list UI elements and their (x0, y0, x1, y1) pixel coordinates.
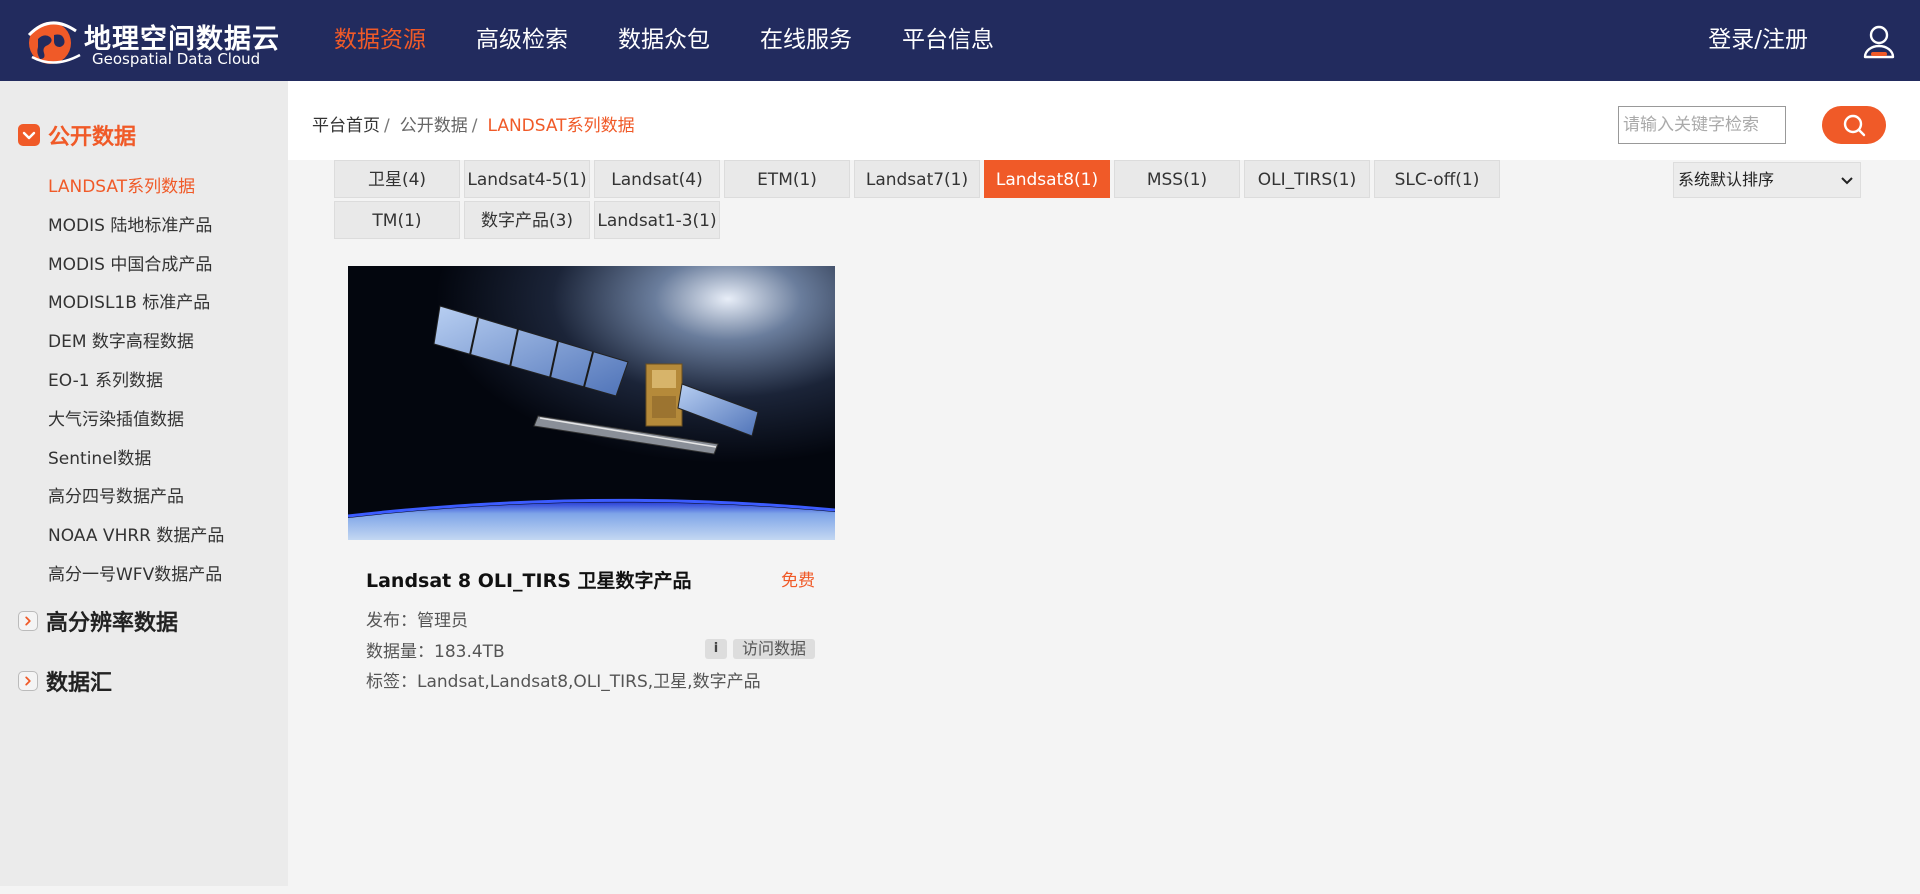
tag-slc-off[interactable]: SLC-off(1) (1374, 160, 1500, 198)
sidebar-item-gf1-wfv[interactable]: 高分一号WFV数据产品 (48, 556, 224, 595)
breadcrumb-separator: / (384, 116, 390, 136)
sidebar-section-high-resolution[interactable]: 高分辨率数据 (18, 605, 178, 637)
publisher-label: 发布： (366, 611, 417, 631)
nav-online-service[interactable]: 在线服务 (760, 0, 852, 81)
tag-landsat4-5[interactable]: Landsat4-5(1) (464, 160, 590, 198)
globe-logo-icon (27, 21, 81, 64)
sidebar-item-gf4[interactable]: 高分四号数据产品 (48, 478, 224, 517)
breadcrumb: 平台首页 / 公开数据 / LANDSAT系列数据 (312, 111, 639, 136)
sidebar-section-label: 公开数据 (48, 125, 137, 150)
breadcrumb-home[interactable]: 平台首页 (312, 116, 380, 136)
meta-tags: 标签：Landsat,Landsat8,OLI_TIRS,卫星,数字产品 (366, 667, 761, 692)
chevron-down-icon (18, 124, 40, 146)
satellite-image-graphic (348, 266, 835, 540)
tag-oli-tirs[interactable]: OLI_TIRS(1) (1244, 160, 1370, 198)
tags-label: 标签： (366, 672, 417, 692)
content-topbar: 平台首页 / 公开数据 / LANDSAT系列数据 (288, 81, 1920, 160)
user-icon[interactable] (1862, 24, 1896, 60)
sidebar-item-dem[interactable]: DEM 数字高程数据 (48, 323, 224, 362)
nav-platform-info[interactable]: 平台信息 (902, 0, 994, 81)
sidebar-item-landsat[interactable]: LANDSAT系列数据 (48, 168, 224, 207)
sidebar-list: LANDSAT系列数据 MODIS 陆地标准产品 MODIS 中国合成产品 MO… (48, 168, 224, 595)
price-badge: 免费 (781, 571, 815, 591)
size-value: 183.4TB (434, 642, 505, 662)
sidebar-item-modisl1b[interactable]: MODISL1B 标准产品 (48, 284, 224, 323)
main-nav: 数据资源 高级检索 数据众包 在线服务 平台信息 (334, 0, 1044, 81)
product-title[interactable]: Landsat 8 OLI_TIRS 卫星数字产品 (366, 566, 692, 593)
logo-subtitle: Geospatial Data Cloud (92, 50, 261, 68)
breadcrumb-public-data[interactable]: 公开数据 (400, 116, 468, 136)
nav-crowdsourcing[interactable]: 数据众包 (618, 0, 710, 81)
tag-landsat1-3[interactable]: Landsat1-3(1) (594, 201, 720, 239)
site-logo[interactable]: 地理空间数据云 Geospatial Data Cloud (24, 15, 284, 70)
breadcrumb-current: LANDSAT系列数据 (487, 116, 635, 136)
sort-select[interactable]: 系统默认排序 (1673, 162, 1861, 198)
sidebar-item-modis-china[interactable]: MODIS 中国合成产品 (48, 246, 224, 285)
size-label: 数据量： (366, 642, 434, 662)
breadcrumb-separator: / (471, 116, 478, 136)
tag-landsat8[interactable]: Landsat8(1) (984, 160, 1110, 198)
info-button[interactable]: i (705, 639, 727, 659)
chevron-down-icon (1841, 177, 1853, 185)
tag-digital-product[interactable]: 数字产品(3) (464, 201, 590, 239)
tag-tm[interactable]: TM(1) (334, 201, 460, 239)
sidebar-item-air-pollution[interactable]: 大气污染插值数据 (48, 401, 224, 440)
login-register-link[interactable]: 登录/注册 (1708, 0, 1808, 81)
sidebar-section-label: 数据汇 (46, 671, 113, 696)
sidebar-item-modis-land[interactable]: MODIS 陆地标准产品 (48, 207, 224, 246)
nav-data-resources[interactable]: 数据资源 (334, 0, 426, 81)
sidebar: 公开数据 LANDSAT系列数据 MODIS 陆地标准产品 MODIS 中国合成… (0, 81, 288, 886)
tag-etm[interactable]: ETM(1) (724, 160, 850, 198)
tag-mss[interactable]: MSS(1) (1114, 160, 1240, 198)
product-image[interactable] (348, 266, 835, 540)
tag-landsat7[interactable]: Landsat7(1) (854, 160, 980, 198)
top-header: 地理空间数据云 Geospatial Data Cloud 数据资源 高级检索 … (0, 0, 1920, 81)
publisher-value: 管理员 (417, 611, 468, 631)
sidebar-item-eo1[interactable]: EO-1 系列数据 (48, 362, 224, 401)
sidebar-section-label: 高分辨率数据 (46, 611, 179, 636)
search-button[interactable] (1822, 106, 1886, 144)
visit-data-button[interactable]: 访问数据 (733, 639, 815, 659)
meta-publisher: 发布：管理员 (366, 606, 468, 631)
chevron-right-icon (18, 611, 38, 631)
chevron-right-icon (18, 671, 38, 691)
search-icon (1843, 114, 1866, 137)
sidebar-item-sentinel[interactable]: Sentinel数据 (48, 440, 224, 479)
tag-satellite[interactable]: 卫星(4) (334, 160, 460, 198)
sidebar-section-public-data[interactable]: 公开数据 (18, 119, 136, 151)
sort-selected-value: 系统默认排序 (1678, 170, 1775, 189)
tag-landsat[interactable]: Landsat(4) (594, 160, 720, 198)
sidebar-section-data-hub[interactable]: 数据汇 (18, 665, 112, 697)
nav-advanced-search[interactable]: 高级检索 (476, 0, 568, 81)
meta-size: 数据量：183.4TB (366, 637, 505, 662)
sidebar-item-noaa[interactable]: NOAA VHRR 数据产品 (48, 517, 224, 556)
tags-value: Landsat,Landsat8,OLI_TIRS,卫星,数字产品 (417, 672, 761, 692)
search-input[interactable] (1618, 106, 1786, 144)
